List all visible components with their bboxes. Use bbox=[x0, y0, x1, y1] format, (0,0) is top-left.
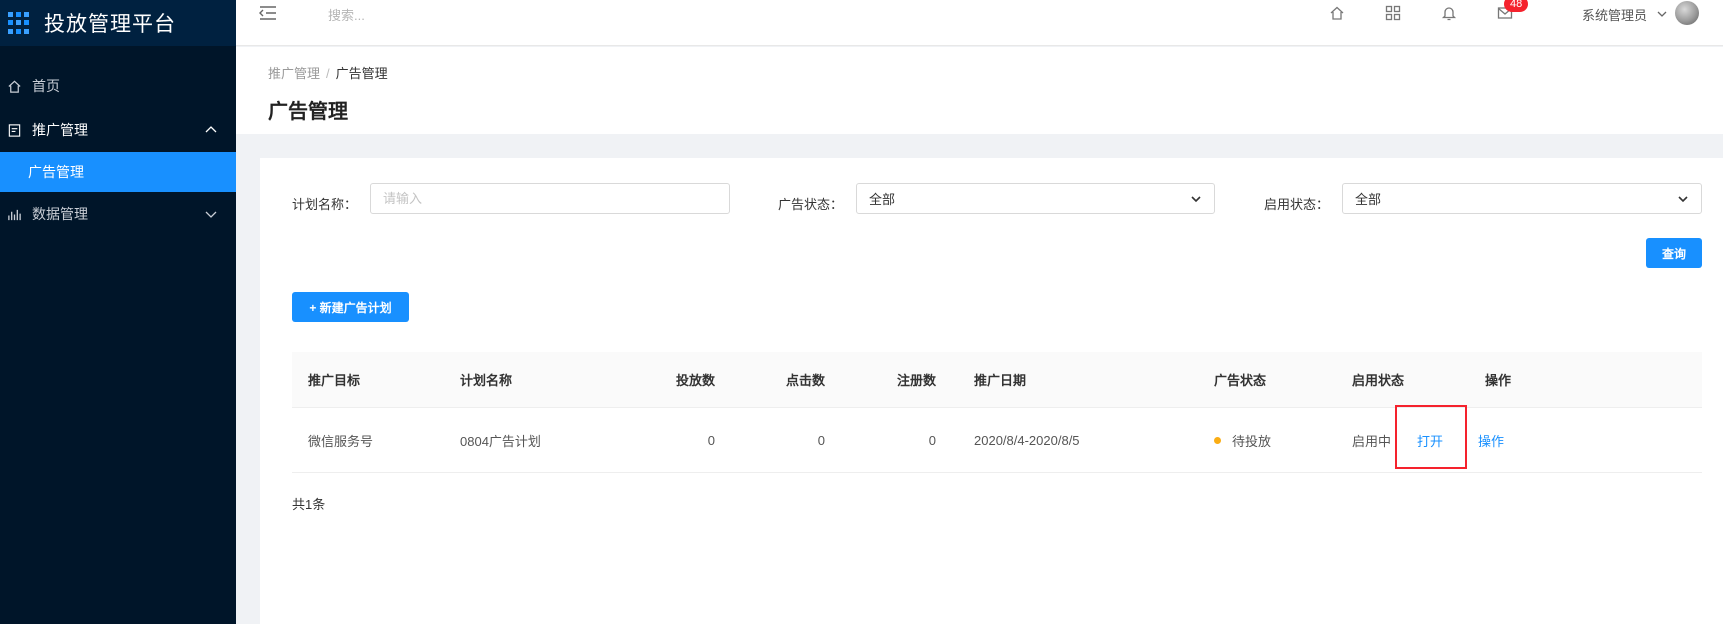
ad-status-text: 待投放 bbox=[1232, 433, 1272, 449]
sidebar-item-ad-management[interactable]: 广告管理 bbox=[0, 152, 236, 192]
app-title: 投放管理平台 bbox=[44, 13, 176, 36]
column-header-enable-status: 启用状态 bbox=[1352, 373, 1405, 388]
chevron-down-icon bbox=[1190, 193, 1202, 205]
sidebar-item-home[interactable]: 首页 bbox=[0, 64, 236, 108]
top-header: 48 系统管理员 bbox=[236, 0, 1723, 46]
enable-status-select[interactable]: 全部 bbox=[1342, 183, 1702, 214]
notification-badge: 48 bbox=[1504, 0, 1529, 12]
sidebar: 投放管理平台 首页 推广管理 广告管理 数据管理 bbox=[0, 0, 236, 624]
sidebar-item-label: 广告管理 bbox=[28, 164, 84, 180]
column-header-registrations: 注册数 bbox=[896, 373, 936, 388]
more-action-link[interactable]: 操作 bbox=[1478, 408, 1504, 472]
breadcrumb-current: 广告管理 bbox=[335, 66, 388, 81]
home-icon[interactable] bbox=[1328, 4, 1346, 22]
chevron-down-icon bbox=[1677, 193, 1689, 205]
cell-plan-name: 0804广告计划 bbox=[460, 433, 541, 449]
page-title: 广告管理 bbox=[268, 101, 348, 123]
chevron-down-icon bbox=[204, 207, 218, 221]
chevron-up-icon bbox=[204, 123, 218, 137]
app-grid-logo-icon bbox=[8, 12, 30, 34]
query-button[interactable]: 查询 bbox=[1646, 238, 1702, 268]
cell-target: 微信服务号 bbox=[308, 433, 374, 449]
menu-fold-icon[interactable] bbox=[258, 4, 278, 22]
user-name[interactable]: 系统管理员 bbox=[1582, 5, 1647, 24]
new-ad-plan-button[interactable]: + 新建广告计划 bbox=[292, 292, 409, 322]
ad-plan-table: 推广目标 计划名称 投放数 点击数 注册数 推广日期 广告状态 启用状态 操作 … bbox=[292, 352, 1702, 473]
open-action-link[interactable]: 打开 bbox=[1417, 408, 1443, 472]
total-count: 共1条 bbox=[292, 497, 326, 512]
cell-impressions: 0 bbox=[707, 432, 715, 448]
column-header-date: 推广日期 bbox=[974, 373, 1027, 388]
bell-icon[interactable] bbox=[1440, 4, 1458, 22]
column-header-plan-name: 计划名称 bbox=[460, 373, 513, 388]
plan-name-input[interactable] bbox=[370, 183, 730, 214]
plan-name-label: 计划名称： bbox=[292, 197, 358, 212]
bar-chart-icon bbox=[6, 206, 22, 222]
home-icon bbox=[6, 78, 22, 94]
sidebar-item-data-management[interactable]: 数据管理 bbox=[0, 192, 236, 236]
ad-status-select[interactable]: 全部 bbox=[856, 183, 1215, 214]
chevron-down-icon[interactable] bbox=[1656, 7, 1668, 19]
column-header-actions: 操作 bbox=[1485, 373, 1512, 388]
apps-grid-icon[interactable] bbox=[1384, 4, 1402, 22]
column-header-ad-status: 广告状态 bbox=[1214, 373, 1267, 388]
column-header-clicks: 点击数 bbox=[785, 373, 825, 388]
breadcrumb: 推广管理 / 广告管理 bbox=[268, 63, 388, 82]
cell-registrations: 0 bbox=[928, 432, 936, 448]
breadcrumb-separator: / bbox=[326, 66, 330, 81]
ad-status-value: 全部 bbox=[869, 192, 896, 207]
main-card: 计划名称： 广告状态： 全部 启用状态： 全部 查询 + 新建广告计划 推广目标… bbox=[260, 158, 1723, 624]
avatar[interactable] bbox=[1675, 1, 1699, 25]
column-header-impressions: 投放数 bbox=[675, 373, 715, 388]
sidebar-item-promotion[interactable]: 推广管理 bbox=[0, 108, 236, 152]
breadcrumb-parent[interactable]: 推广管理 bbox=[268, 66, 320, 81]
column-header-target: 推广目标 bbox=[308, 373, 361, 388]
sidebar-nav: 首页 推广管理 广告管理 数据管理 bbox=[0, 64, 236, 236]
cell-ad-status: 待投放 bbox=[1214, 408, 1271, 472]
sidebar-item-label: 推广管理 bbox=[32, 122, 88, 138]
table-header: 推广目标 计划名称 投放数 点击数 注册数 推广日期 广告状态 启用状态 操作 bbox=[292, 352, 1702, 408]
cell-enable-status: 启用中 bbox=[1352, 433, 1392, 449]
ad-status-label: 广告状态： bbox=[778, 197, 844, 212]
document-icon bbox=[6, 122, 22, 138]
sidebar-item-label: 首页 bbox=[32, 78, 60, 94]
cell-date-range: 2020/8/4-2020/8/5 bbox=[974, 432, 1080, 448]
page-header: 推广管理 / 广告管理 广告管理 bbox=[236, 47, 1723, 134]
enable-status-label: 启用状态： bbox=[1264, 197, 1330, 212]
enable-status-value: 全部 bbox=[1355, 192, 1382, 207]
sidebar-item-label: 数据管理 bbox=[32, 206, 88, 222]
cell-clicks: 0 bbox=[817, 432, 825, 448]
search-input[interactable] bbox=[326, 4, 626, 26]
table-row: 微信服务号 0804广告计划 0 0 0 2020/8/4-2020/8/5 待… bbox=[292, 405, 1702, 473]
status-dot-pending bbox=[1214, 436, 1221, 444]
brand: 投放管理平台 bbox=[0, 0, 236, 46]
